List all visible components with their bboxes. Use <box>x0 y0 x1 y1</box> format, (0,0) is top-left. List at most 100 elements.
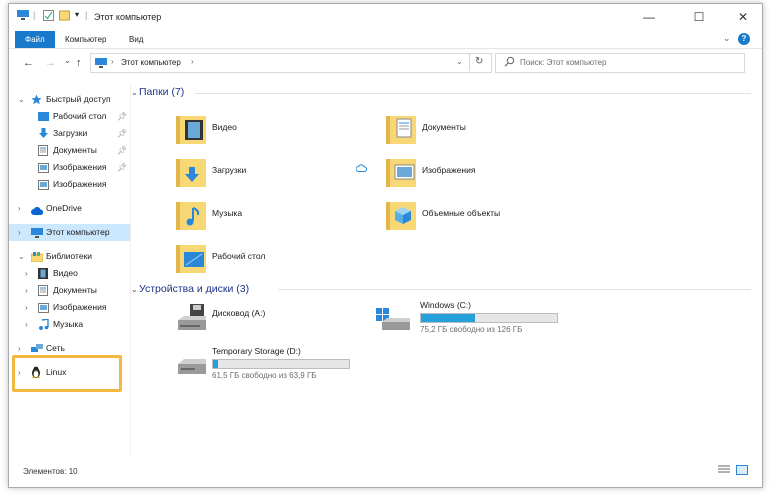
close-button[interactable]: ✕ <box>729 8 757 26</box>
downloads-folder-icon <box>176 159 206 187</box>
help-icon[interactable]: ? <box>738 33 750 45</box>
sidebar-item-pictures[interactable]: Изображения 📌︎ <box>9 159 130 176</box>
ribbon-expand-icon[interactable]: ⌄ <box>723 33 731 44</box>
collapsed-chevron-icon[interactable]: › <box>25 282 28 299</box>
library-icon <box>30 251 44 263</box>
drive-free-space: 61,5 ГБ свободно из 63,9 ГБ <box>212 371 317 380</box>
group-collapse-icon[interactable]: ⌄ <box>131 285 138 294</box>
film-icon <box>38 268 49 279</box>
address-bar[interactable]: › Этот компьютер › ⌄ ↻ <box>90 53 492 73</box>
qa-customize-icon[interactable]: ▾ <box>75 10 79 19</box>
ribbon-tabs: Файл Компьютер Вид ⌄ ? <box>9 31 762 49</box>
sidebar-label: Изображения <box>53 302 107 312</box>
qa-divider-2: | <box>85 10 88 20</box>
large-icons-view-icon[interactable] <box>736 465 748 477</box>
group-header-folders[interactable]: Папки (7) <box>139 86 184 98</box>
properties-icon[interactable] <box>43 10 54 23</box>
group-collapse-icon[interactable]: ⌄ <box>131 88 138 97</box>
recent-locations-button[interactable]: ⌄ <box>64 56 71 65</box>
forward-button[interactable]: → <box>45 57 56 69</box>
sidebar-item-lib-pictures[interactable]: › Изображения <box>9 299 130 316</box>
expanded-chevron-icon[interactable]: ⌄ <box>18 248 25 265</box>
pin-icon[interactable]: 📌︎ <box>117 125 127 142</box>
group-header-drives[interactable]: Устройства и диски (3) <box>139 283 249 295</box>
group-divider <box>278 289 751 290</box>
sidebar-label: Изображения <box>53 179 107 189</box>
collapsed-chevron-icon[interactable]: › <box>18 224 21 241</box>
drive-usage-bar <box>420 313 558 323</box>
pin-icon[interactable]: 📌︎ <box>117 108 127 125</box>
collapsed-chevron-icon[interactable]: › <box>25 316 28 333</box>
up-button[interactable]: ↑ <box>76 57 82 69</box>
documents-folder-icon <box>386 116 416 144</box>
sidebar-item-lib-documents[interactable]: › Документы <box>9 282 130 299</box>
drive-usage-fill <box>421 314 476 322</box>
collapsed-chevron-icon[interactable]: › <box>25 299 28 316</box>
minimize-button[interactable]: — <box>635 8 663 26</box>
sidebar-item-downloads[interactable]: Загрузки 📌︎ <box>9 125 130 142</box>
sidebar-label: Загрузки <box>53 128 88 138</box>
folder-tile-desktop[interactable]: Рабочий стол <box>176 239 356 279</box>
sidebar-item-lib-video[interactable]: › Видео <box>9 265 130 282</box>
cloud-sync-icon <box>355 164 368 174</box>
sidebar-item-this-pc[interactable]: › Этот компьютер <box>9 224 130 241</box>
sidebar-label: Музыка <box>53 319 84 329</box>
sidebar-label: Документы <box>53 145 97 155</box>
folder-label: Документы <box>422 122 466 132</box>
new-folder-icon[interactable] <box>59 10 70 23</box>
collapsed-chevron-icon[interactable]: › <box>18 200 21 217</box>
pin-icon[interactable]: 📌︎ <box>117 159 127 176</box>
breadcrumb-this-pc[interactable]: Этот компьютер <box>121 58 181 67</box>
maximize-button[interactable]: ☐ <box>685 8 713 26</box>
expanded-chevron-icon[interactable]: ⌄ <box>18 91 25 108</box>
sidebar-item-lib-music[interactable]: › Музыка <box>9 316 130 333</box>
collapsed-chevron-icon[interactable]: › <box>25 265 28 282</box>
sidebar-item-pictures-2[interactable]: Изображения <box>9 176 130 193</box>
breadcrumb-chevron-icon[interactable]: › <box>191 57 194 66</box>
search-box[interactable]: Поиск: Этот компьютер <box>495 53 745 73</box>
folder-tile-music[interactable]: Музыка <box>176 196 356 236</box>
sidebar-item-desktop[interactable]: Рабочий стол 📌︎ <box>9 108 130 125</box>
content-pane: ⌄ Папки (7) Видео Документы Загрузки Изо… <box>131 82 761 462</box>
sidebar-item-libraries[interactable]: ⌄ Библиотеки <box>9 248 130 265</box>
qa-divider: | <box>33 10 36 20</box>
folder-tile-pictures[interactable]: Изображения <box>386 153 566 193</box>
sidebar-item-onedrive[interactable]: › OneDrive <box>9 200 130 217</box>
details-view-icon[interactable] <box>718 465 730 477</box>
star-icon <box>31 94 42 105</box>
pictures-icon <box>38 162 49 173</box>
breadcrumb-chevron-icon: › <box>111 57 114 66</box>
drive-usage-fill <box>213 360 219 368</box>
refresh-button[interactable]: ↻ <box>475 56 483 67</box>
sidebar-item-documents[interactable]: Документы 📌︎ <box>9 142 130 159</box>
window-title: Этот компьютер <box>94 12 162 22</box>
tab-file[interactable]: Файл <box>15 31 55 48</box>
music-icon <box>38 318 49 330</box>
folder-tile-3d-objects[interactable]: Объемные объекты <box>386 196 566 236</box>
group-divider <box>195 93 751 94</box>
folder-tile-documents[interactable]: Документы <box>386 110 566 150</box>
3d-objects-folder-icon <box>386 202 416 230</box>
pin-icon[interactable]: 📌︎ <box>117 142 127 159</box>
tab-computer[interactable]: Компьютер <box>57 31 114 48</box>
document-icon <box>38 285 49 296</box>
drive-name: Temporary Storage (D:) <box>212 346 301 356</box>
drive-tile-a[interactable]: Дисковод (A:) <box>176 304 376 344</box>
navigation-pane: ⌄ Быстрый доступ Рабочий стол 📌︎ Загрузк… <box>9 84 131 454</box>
address-dropdown-icon[interactable]: ⌄ <box>456 57 463 66</box>
drive-tile-c[interactable]: Windows (C:) 75,2 ГБ свободно из 126 ГБ <box>376 300 576 340</box>
address-divider <box>469 53 470 71</box>
desktop-icon <box>38 111 49 121</box>
sidebar-label: Рабочий стол <box>53 111 107 121</box>
sidebar-item-quick-access[interactable]: ⌄ Быстрый доступ <box>9 91 130 108</box>
drive-free-space: 75,2 ГБ свободно из 126 ГБ <box>420 325 523 334</box>
sidebar-label: Этот компьютер <box>46 227 110 237</box>
folder-label: Видео <box>212 122 237 132</box>
folder-tile-video[interactable]: Видео <box>176 110 356 150</box>
search-placeholder: Поиск: Этот компьютер <box>520 58 607 67</box>
tab-view[interactable]: Вид <box>121 31 151 48</box>
drive-usage-bar <box>212 359 350 369</box>
drive-tile-d[interactable]: Temporary Storage (D:) 61,5 ГБ свободно … <box>176 346 376 386</box>
back-button[interactable]: ← <box>23 57 34 69</box>
folder-tile-downloads[interactable]: Загрузки <box>176 153 356 193</box>
